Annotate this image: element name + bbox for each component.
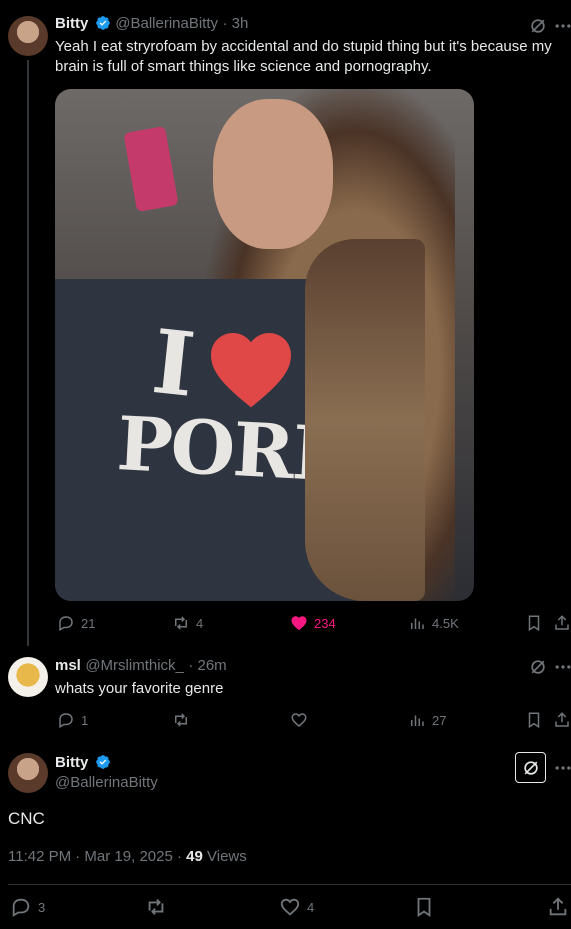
post-header: msl @Mrslimthick_ · 26m	[55, 657, 227, 675]
reply-icon	[12, 898, 30, 917]
repost-icon	[175, 616, 187, 630]
heart-graphic	[211, 333, 291, 408]
reply-icon	[59, 713, 73, 729]
bookmark-icon[interactable]	[525, 711, 543, 729]
repost-icon	[175, 713, 187, 727]
reply-icon	[59, 616, 73, 632]
post-text: whats your favorite genre	[55, 680, 224, 697]
author-handle[interactable]: @BallerinaBitty	[115, 15, 218, 32]
views-button[interactable]: 4.5K	[408, 614, 459, 632]
like-button[interactable]: 4	[279, 896, 314, 918]
image-phone	[123, 125, 179, 213]
grok-icon	[523, 760, 538, 775]
verified-badge-icon	[95, 16, 110, 30]
heart-icon	[291, 713, 307, 727]
avatar[interactable]	[8, 753, 48, 793]
image-hair-front	[305, 239, 425, 601]
more-icon[interactable]	[553, 657, 571, 677]
author-name[interactable]: Bitty	[55, 15, 88, 32]
repost-button[interactable]: 4	[172, 614, 203, 632]
repost-count: 4	[196, 615, 204, 631]
analytics-icon	[411, 715, 424, 726]
reply-button[interactable]: 1	[57, 711, 88, 729]
post-meta: 11:42 PM · Mar 19, 2025 · 49 Views	[8, 848, 247, 865]
bookmark-icon[interactable]	[413, 896, 435, 918]
author-handle[interactable]: @Mrslimthick_	[85, 657, 184, 674]
author-name-row: Bitty	[55, 754, 111, 772]
post-text: CNC	[8, 809, 45, 828]
post-header: Bitty @BallerinaBitty · 3h	[55, 15, 248, 33]
post-image[interactable]: I PORN	[55, 89, 474, 601]
views-count: 4.5K	[432, 615, 459, 631]
share-icon[interactable]	[553, 711, 571, 729]
like-count: 234	[314, 615, 336, 631]
more-icon[interactable]	[553, 16, 571, 36]
like-button[interactable]: 234	[290, 614, 336, 632]
more-icon[interactable]	[553, 758, 571, 778]
grok-icon[interactable]	[528, 16, 548, 36]
author-name[interactable]: msl	[55, 657, 81, 674]
like-button[interactable]	[290, 711, 314, 729]
views-count: 49	[186, 848, 203, 865]
post-timestamp[interactable]: 11:42 PM · Mar 19, 2025 ·	[8, 848, 182, 865]
avatar[interactable]	[8, 657, 48, 697]
share-icon[interactable]	[553, 614, 571, 632]
author-name[interactable]: Bitty	[55, 754, 88, 771]
heart-icon	[280, 898, 300, 916]
grok-icon[interactable]	[528, 657, 548, 677]
post-text: Yeah I eat stryrofoam by accidental and …	[55, 38, 552, 75]
like-count: 4	[307, 899, 315, 915]
share-icon[interactable]	[547, 896, 569, 918]
heart-filled-icon	[291, 616, 307, 631]
reply-count: 1	[81, 712, 89, 728]
image-face	[213, 99, 333, 249]
reply-count: 3	[38, 899, 46, 915]
reply-button[interactable]: 3	[10, 896, 45, 918]
post-time[interactable]: · 26m	[188, 657, 226, 674]
repost-button[interactable]	[145, 896, 173, 918]
views-button[interactable]: 27	[408, 711, 446, 729]
bookmark-icon[interactable]	[525, 614, 543, 632]
author-handle[interactable]: @BallerinaBitty	[55, 774, 158, 791]
reply-count: 21	[81, 615, 96, 631]
post-time[interactable]: · 3h	[222, 15, 248, 32]
thread-line	[27, 60, 29, 646]
views-count: 27	[432, 712, 447, 728]
divider	[8, 884, 571, 885]
avatar[interactable]	[8, 16, 48, 56]
analytics-icon	[411, 618, 424, 629]
verified-badge-icon	[95, 755, 110, 769]
repost-button[interactable]	[172, 711, 196, 729]
repost-icon	[148, 899, 164, 915]
views-label: Views	[207, 848, 247, 865]
grok-button[interactable]	[515, 752, 546, 783]
reply-button[interactable]: 21	[57, 614, 95, 632]
